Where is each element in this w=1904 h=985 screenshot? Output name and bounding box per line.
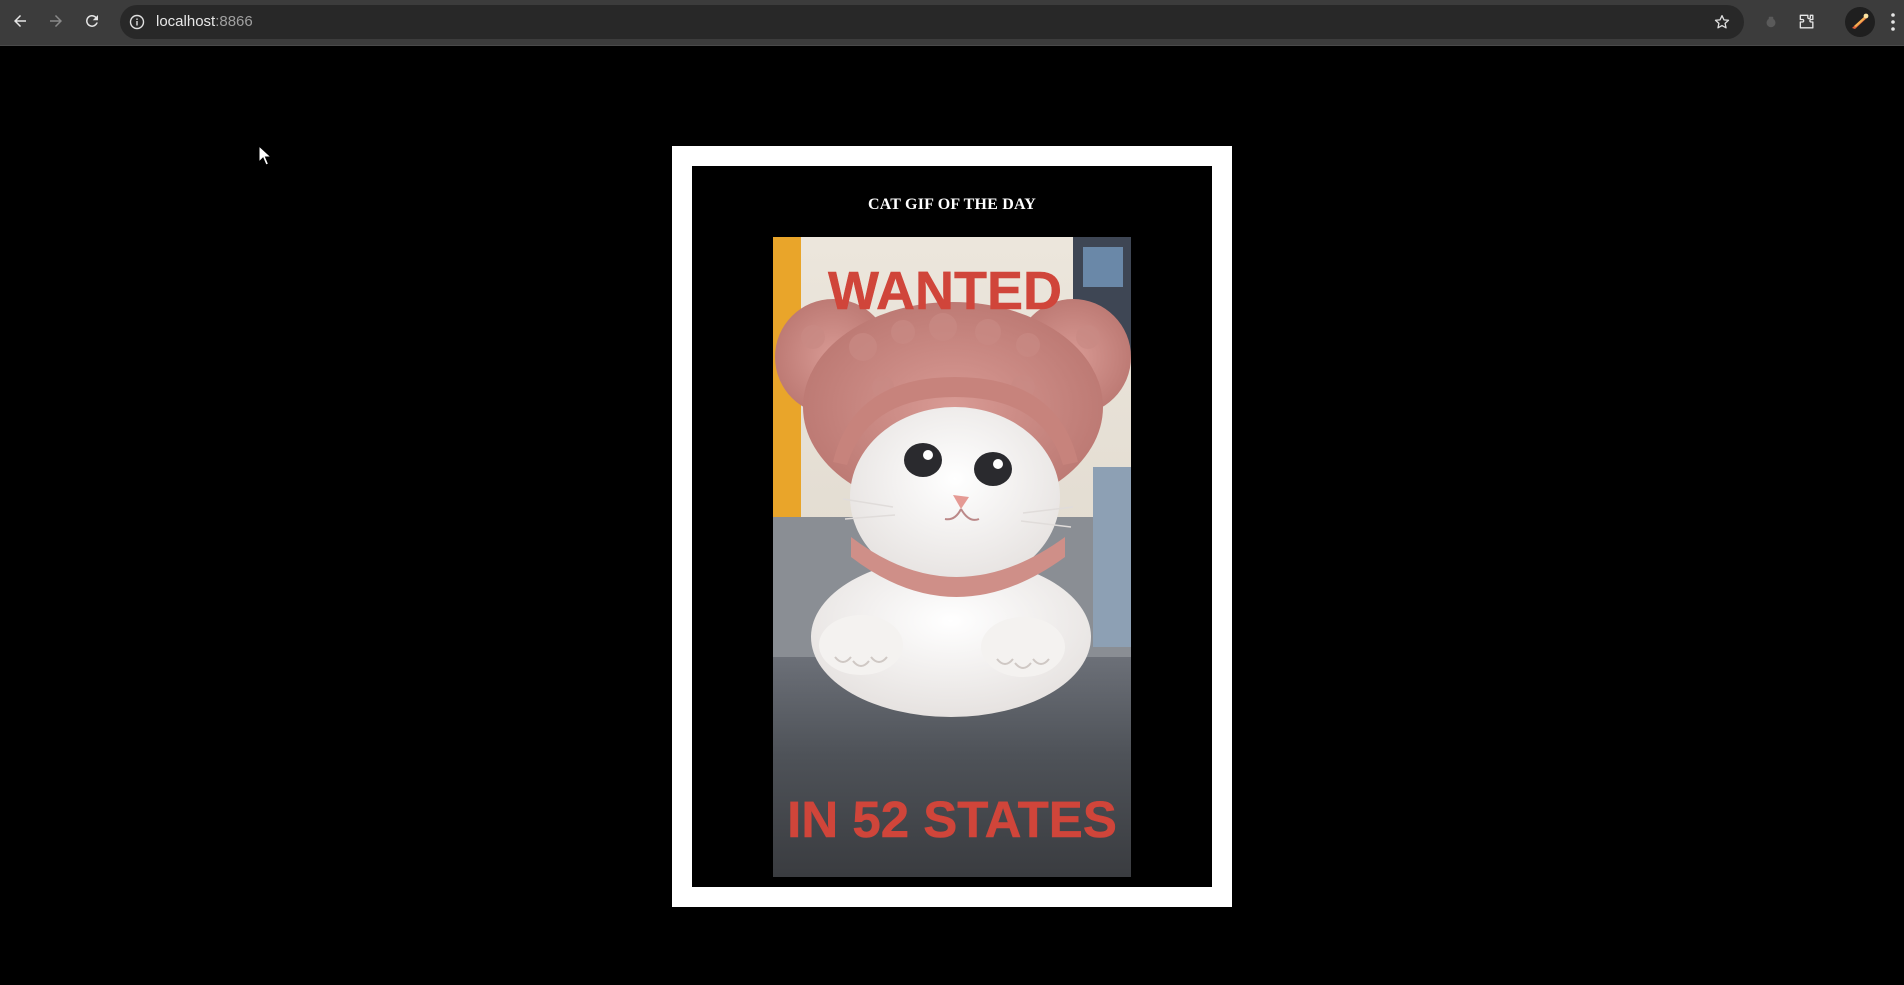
browser-toolbar: localhost:8866 bbox=[0, 0, 1904, 46]
info-icon[interactable] bbox=[128, 13, 146, 31]
arrow-right-icon bbox=[50, 15, 62, 27]
card-title: CAT GIF OF THE DAY bbox=[867, 196, 1037, 213]
profile-avatar[interactable] bbox=[1845, 7, 1875, 37]
cat-gif-image: WANTED IN 52 STATES bbox=[773, 237, 1131, 877]
cat-illustration: WANTED IN 52 STATES bbox=[773, 237, 1131, 877]
mouse-cursor-icon bbox=[258, 145, 272, 166]
gif-bottom-text: IN 52 STATES bbox=[787, 791, 1117, 848]
reload-button[interactable] bbox=[78, 7, 106, 35]
back-button[interactable] bbox=[6, 7, 34, 35]
gif-card: CAT GIF OF THE DAY WANTED IN 52 STATES bbox=[692, 166, 1212, 887]
url-host: localhost bbox=[156, 13, 216, 30]
kebab-menu-icon[interactable] bbox=[1889, 11, 1897, 33]
url-text[interactable]: localhost:8866 bbox=[156, 13, 253, 30]
gif-top-text: WANTED bbox=[828, 261, 1062, 321]
forward-button[interactable] bbox=[42, 7, 70, 35]
page-content: CAT GIF OF THE DAY WANTED IN 52 STATES bbox=[0, 46, 1904, 985]
url-port: :8866 bbox=[215, 13, 253, 30]
star-icon[interactable] bbox=[1712, 12, 1732, 32]
gif-card-frame: CAT GIF OF THE DAY WANTED IN 52 STATES bbox=[672, 146, 1232, 907]
arrow-left-icon bbox=[14, 15, 26, 27]
reload-icon bbox=[86, 14, 98, 27]
extension-icon[interactable] bbox=[1758, 9, 1784, 35]
address-bar[interactable]: localhost:8866 bbox=[120, 5, 1744, 39]
puzzle-icon[interactable] bbox=[1794, 9, 1820, 35]
